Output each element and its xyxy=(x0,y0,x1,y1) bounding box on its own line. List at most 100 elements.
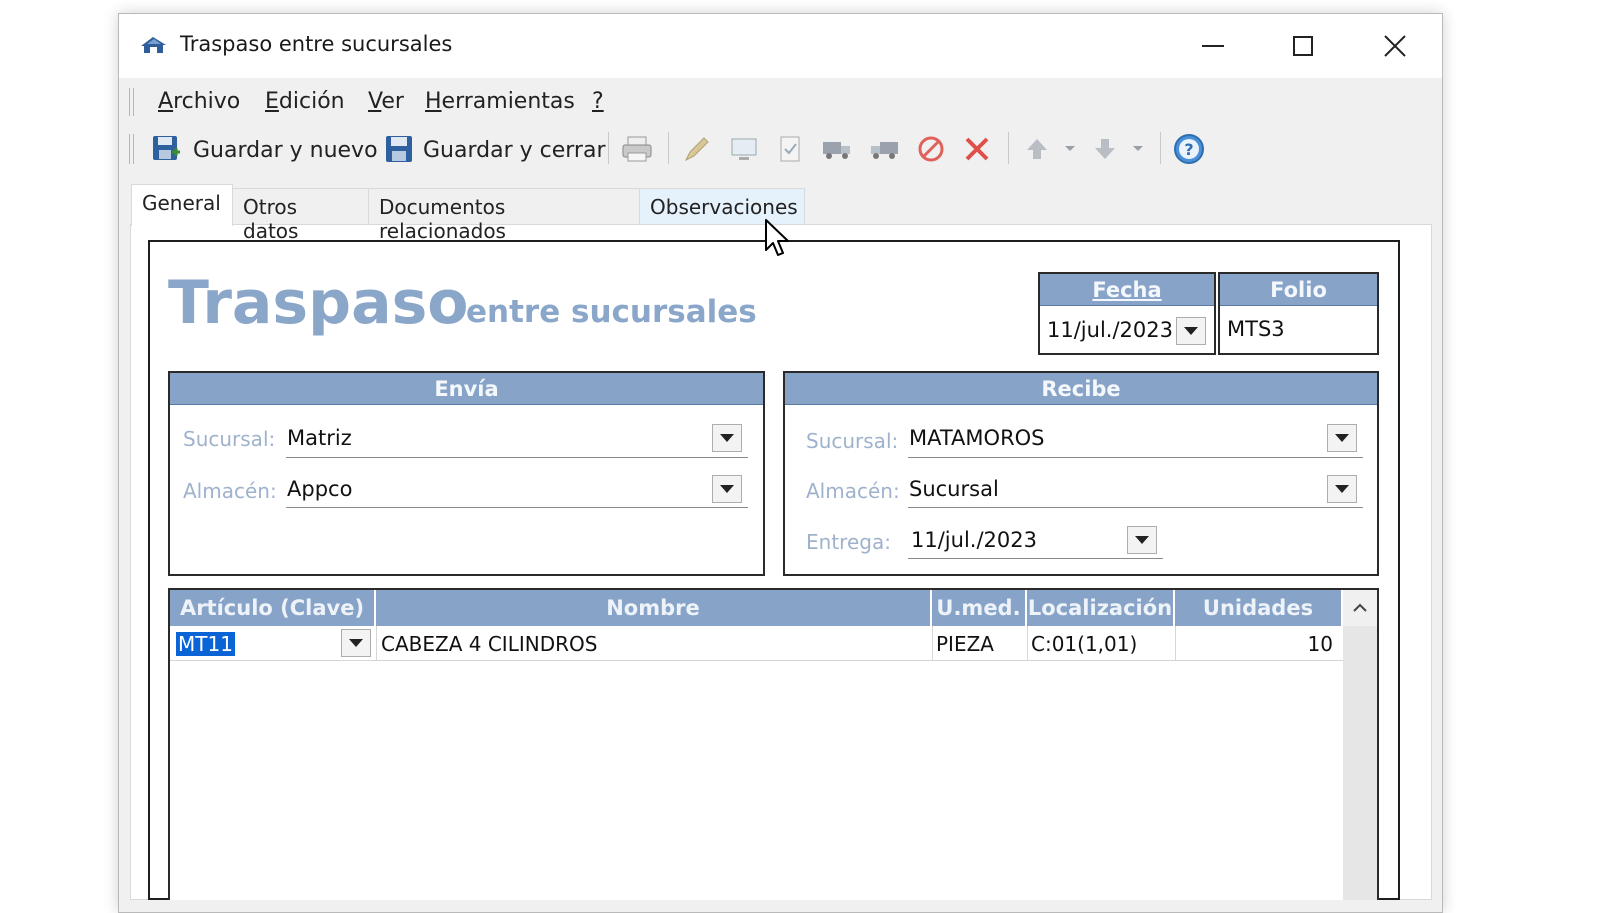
fecha-caption: Fecha xyxy=(1040,274,1214,306)
recibe-entrega-label: Entrega: xyxy=(806,530,891,554)
scroll-up-button[interactable] xyxy=(1343,590,1377,626)
recibe-entrega-dropdown[interactable] xyxy=(1127,526,1157,554)
envia-almacen-label: Almacén: xyxy=(183,479,277,503)
envia-sucursal-value[interactable]: Matriz xyxy=(287,426,352,450)
table-row-localizacion[interactable]: C:01(1,01) xyxy=(1027,628,1174,660)
envia-almacen-underline xyxy=(286,507,748,508)
maximize-button[interactable] xyxy=(1257,14,1349,78)
up-dropdown-icon[interactable] xyxy=(1058,132,1082,166)
chevron-down-icon xyxy=(1335,485,1349,493)
toolbar-separator xyxy=(668,132,669,164)
toolbar-grip xyxy=(129,134,134,164)
down-dropdown-icon[interactable] xyxy=(1126,132,1150,166)
form-subtitle: entre sucursales xyxy=(466,294,757,330)
close-button[interactable] xyxy=(1349,14,1441,78)
clave-dropdown[interactable] xyxy=(341,629,371,657)
menu-help[interactable]: ? xyxy=(592,89,604,114)
folio-box: Folio xyxy=(1218,272,1379,355)
envia-almacen-value[interactable]: Appco xyxy=(287,477,352,501)
envia-almacen-dropdown[interactable] xyxy=(712,475,742,503)
envia-sucursal-dropdown[interactable] xyxy=(712,424,742,452)
table-row-clave[interactable]: MT11 xyxy=(172,628,342,660)
menu-ver-accel: V xyxy=(368,89,382,114)
menu-ver[interactable]: Ver xyxy=(368,89,404,114)
help-icon[interactable]: ? xyxy=(1172,132,1206,166)
recibe-entrega-value[interactable]: 11/jul./2023 xyxy=(911,528,1037,552)
truck-back-icon[interactable] xyxy=(867,132,901,166)
envia-section: Envía xyxy=(168,371,765,576)
toolbar-separator xyxy=(1160,132,1161,164)
recibe-entrega-underline xyxy=(908,558,1163,559)
table-row-umed[interactable]: PIEZA xyxy=(932,628,1026,660)
menu-ver-label: er xyxy=(381,89,404,114)
envia-sucursal-underline xyxy=(286,457,748,458)
chevron-down-icon xyxy=(1135,536,1149,544)
menu-herramientas-accel: H xyxy=(425,89,442,114)
up-arrow-icon[interactable] xyxy=(1020,132,1054,166)
grid-row-line xyxy=(170,660,1343,661)
recibe-caption: Recibe xyxy=(785,373,1377,405)
save-close-icon xyxy=(382,132,416,166)
truck-icon[interactable] xyxy=(820,132,854,166)
menu-archivo[interactable]: Archivo xyxy=(158,89,240,114)
fecha-dropdown-button[interactable] xyxy=(1176,317,1206,345)
delete-icon[interactable] xyxy=(960,132,994,166)
recibe-almacen-label: Almacén: xyxy=(806,479,900,503)
col-header-localizacion[interactable]: Localización xyxy=(1027,590,1175,626)
folio-value[interactable]: MTS3 xyxy=(1227,317,1285,341)
app-logo-icon xyxy=(139,34,169,56)
col-header-umed[interactable]: U.med. xyxy=(932,590,1027,626)
menu-herramientas-label: erramientas xyxy=(441,89,575,114)
toolbar-separator xyxy=(608,132,609,164)
envia-sucursal-label: Sucursal: xyxy=(183,427,276,451)
table-row-unidades[interactable]: 10 xyxy=(1175,628,1337,660)
menu-edicion-accel: E xyxy=(265,89,279,114)
recibe-almacen-underline xyxy=(908,507,1363,508)
menu-herramientas[interactable]: Herramientas xyxy=(425,89,575,114)
recibe-almacen-dropdown[interactable] xyxy=(1327,475,1357,503)
chevron-down-icon xyxy=(720,485,734,493)
cancel-icon[interactable] xyxy=(914,132,948,166)
menu-help-accel: ? xyxy=(592,89,604,114)
save-close-button[interactable]: Guardar y cerrar xyxy=(423,130,606,170)
chevron-down-icon xyxy=(1184,327,1198,335)
tab-documentos-relacionados[interactable]: Documentos relacionados xyxy=(369,188,640,243)
pencil-icon[interactable] xyxy=(680,132,714,166)
title-bar: Traspaso entre sucursales xyxy=(119,14,1442,78)
mouse-cursor-icon xyxy=(764,218,792,258)
chevron-down-icon xyxy=(1335,434,1349,442)
menu-archivo-label: rchivo xyxy=(173,89,241,114)
print-icon[interactable] xyxy=(620,132,654,166)
folio-caption: Folio xyxy=(1220,274,1377,306)
grid-scrollbar[interactable] xyxy=(1343,590,1377,900)
recibe-sucursal-dropdown[interactable] xyxy=(1327,424,1357,452)
tab-general[interactable]: General xyxy=(131,184,233,226)
form-title: Traspaso xyxy=(168,268,469,338)
menu-edicion-label: dición xyxy=(278,89,345,114)
minimize-button[interactable] xyxy=(1167,14,1259,78)
toolbar-separator xyxy=(1008,132,1009,164)
menu-grip xyxy=(129,88,134,116)
recibe-sucursal-label: Sucursal: xyxy=(806,429,899,453)
chevron-down-icon xyxy=(720,434,734,442)
clave-value: MT11 xyxy=(176,632,235,656)
menu-edicion[interactable]: Edición xyxy=(265,89,345,114)
save-new-button[interactable]: Guardar y nuevo xyxy=(193,130,378,170)
envia-caption: Envía xyxy=(170,373,763,405)
chevron-up-icon xyxy=(1353,603,1367,612)
recibe-almacen-value[interactable]: Sucursal xyxy=(909,477,999,501)
down-arrow-icon[interactable] xyxy=(1088,132,1122,166)
col-header-nombre[interactable]: Nombre xyxy=(376,590,932,626)
checklist-icon[interactable] xyxy=(773,132,807,166)
col-header-unidades[interactable]: Unidades xyxy=(1175,590,1343,626)
recibe-sucursal-value[interactable]: MATAMOROS xyxy=(909,426,1045,450)
chevron-down-icon xyxy=(349,639,363,647)
fecha-value[interactable]: 11/jul./2023 xyxy=(1047,318,1173,342)
table-row-nombre[interactable]: CABEZA 4 CILINDROS xyxy=(377,628,927,660)
window-title: Traspaso entre sucursales xyxy=(180,32,453,56)
monitor-icon[interactable] xyxy=(727,132,761,166)
col-header-articulo[interactable]: Artículo (Clave) xyxy=(170,590,376,626)
svg-text:?: ? xyxy=(1184,140,1193,159)
tab-otros-datos[interactable]: Otros datos xyxy=(233,188,369,243)
menu-archivo-accel: A xyxy=(158,89,174,114)
